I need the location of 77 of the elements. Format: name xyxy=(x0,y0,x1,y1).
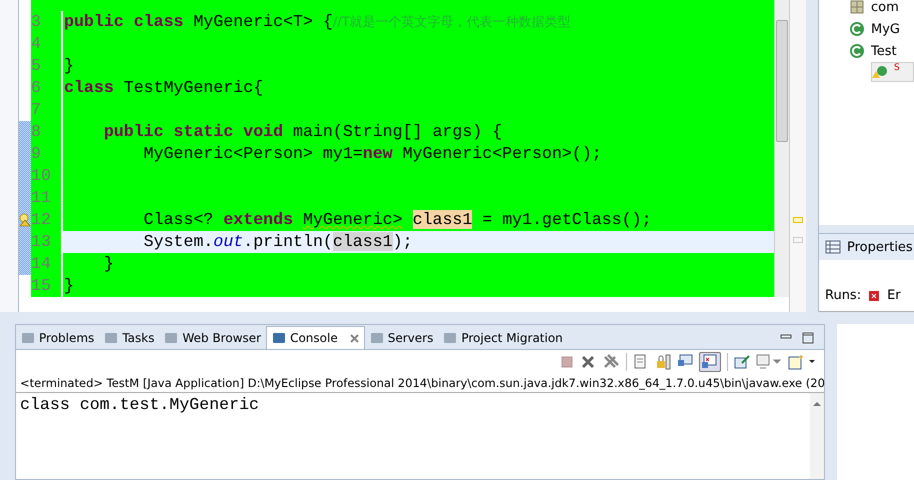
remove-icon[interactable] xyxy=(580,355,596,369)
new-console-icon[interactable] xyxy=(788,354,818,370)
outline-item[interactable]: Test xyxy=(871,44,897,58)
console-header: <terminated> TestM [Java Application] D:\MyEclipse Professional 2014\binary\com.sun.java.jdk7.win32.x86_64_1.7.0.u45\bin\javaw.exe (20 xyxy=(16,374,824,393)
keyword: extends xyxy=(223,210,294,229)
occurrence-marker[interactable] xyxy=(793,237,803,243)
window-icon xyxy=(443,331,458,345)
error-icon xyxy=(869,290,880,300)
method-icon xyxy=(872,65,888,79)
code-text: } xyxy=(64,276,74,295)
keyword: public static void xyxy=(102,122,284,141)
code-comment: //T就是一个英文字母，代表一种数据类型 xyxy=(332,15,571,30)
outline-item[interactable]: S xyxy=(894,63,900,73)
window-icon xyxy=(272,331,286,345)
remove-all-icon[interactable] xyxy=(602,354,620,370)
warning-text: MyGeneric> xyxy=(303,210,403,229)
line-number: 4 xyxy=(31,33,63,55)
code-text: .println( xyxy=(243,232,333,251)
code-text: TestMyGeneric{ xyxy=(124,78,264,97)
code-text: System. xyxy=(142,232,214,251)
runs-value: Er xyxy=(887,288,901,303)
scroll-up-icon[interactable] xyxy=(813,401,821,407)
code-text: ); xyxy=(392,232,413,251)
code-text: Class<? xyxy=(142,210,214,229)
maximize-icon[interactable] xyxy=(802,332,814,344)
console-output: class com.test.MyGeneric xyxy=(19,394,260,416)
keyword: public class xyxy=(64,12,184,31)
class-icon xyxy=(849,21,865,37)
keyword: new xyxy=(362,144,394,163)
tab[interactable]: Problems xyxy=(16,327,100,349)
line-number: 6 xyxy=(31,77,63,99)
pin-icon[interactable] xyxy=(734,354,750,370)
tab[interactable]: Tasks xyxy=(99,327,160,349)
line-number: 9 xyxy=(31,143,63,165)
monitor-icon[interactable] xyxy=(699,352,721,372)
line-number: 14 xyxy=(31,253,63,275)
scrollbar[interactable] xyxy=(774,0,789,297)
line-number: 11 xyxy=(31,187,63,209)
tab[interactable]: Web Browser xyxy=(159,327,266,349)
window-icon xyxy=(370,331,384,345)
line-number: 12 xyxy=(31,209,63,231)
properties-icon xyxy=(825,240,841,254)
code-editor[interactable] xyxy=(19,0,806,312)
line-number: 3 xyxy=(31,11,63,33)
code-text: main(String[] args) { xyxy=(293,122,502,141)
matched-variable: class1 xyxy=(332,232,393,251)
warning-bulb-icon xyxy=(19,213,31,227)
code-text: MyGeneric<Person> my1= xyxy=(142,144,363,163)
code-text: } xyxy=(64,56,74,75)
window-icon xyxy=(164,331,178,345)
highlighted-variable: class1 xyxy=(412,210,472,229)
close-icon[interactable] xyxy=(350,334,359,342)
line-number: 8 xyxy=(31,121,63,143)
window-icon xyxy=(104,331,118,345)
warning-marker[interactable] xyxy=(793,217,803,223)
outline-item[interactable]: com xyxy=(871,0,899,14)
code-text: MyGeneric<T> { xyxy=(193,12,333,31)
code-text: } xyxy=(102,254,114,273)
line-number: 5 xyxy=(31,55,63,77)
runs-label: Runs: xyxy=(825,288,862,303)
tab[interactable]: Servers xyxy=(364,327,438,349)
class-icon xyxy=(849,43,865,59)
line-number: 15 xyxy=(31,275,63,297)
field-name: out xyxy=(213,232,244,251)
line-number: 7 xyxy=(31,99,63,121)
keyword: class xyxy=(64,78,115,97)
stop-icon[interactable] xyxy=(560,355,574,369)
lock-icon[interactable] xyxy=(655,354,671,370)
tab[interactable]: Project Migration xyxy=(438,327,568,349)
line-number: 10 xyxy=(31,165,63,187)
package-icon xyxy=(849,0,865,15)
code-text: MyGeneric<Person>(); xyxy=(402,144,602,163)
window-icon xyxy=(21,331,35,345)
display-icon[interactable] xyxy=(756,354,782,370)
tab[interactable]: Console xyxy=(266,326,365,349)
code-text: = my1.getClass(); xyxy=(481,210,652,229)
outline-item[interactable]: MyG xyxy=(871,22,900,36)
